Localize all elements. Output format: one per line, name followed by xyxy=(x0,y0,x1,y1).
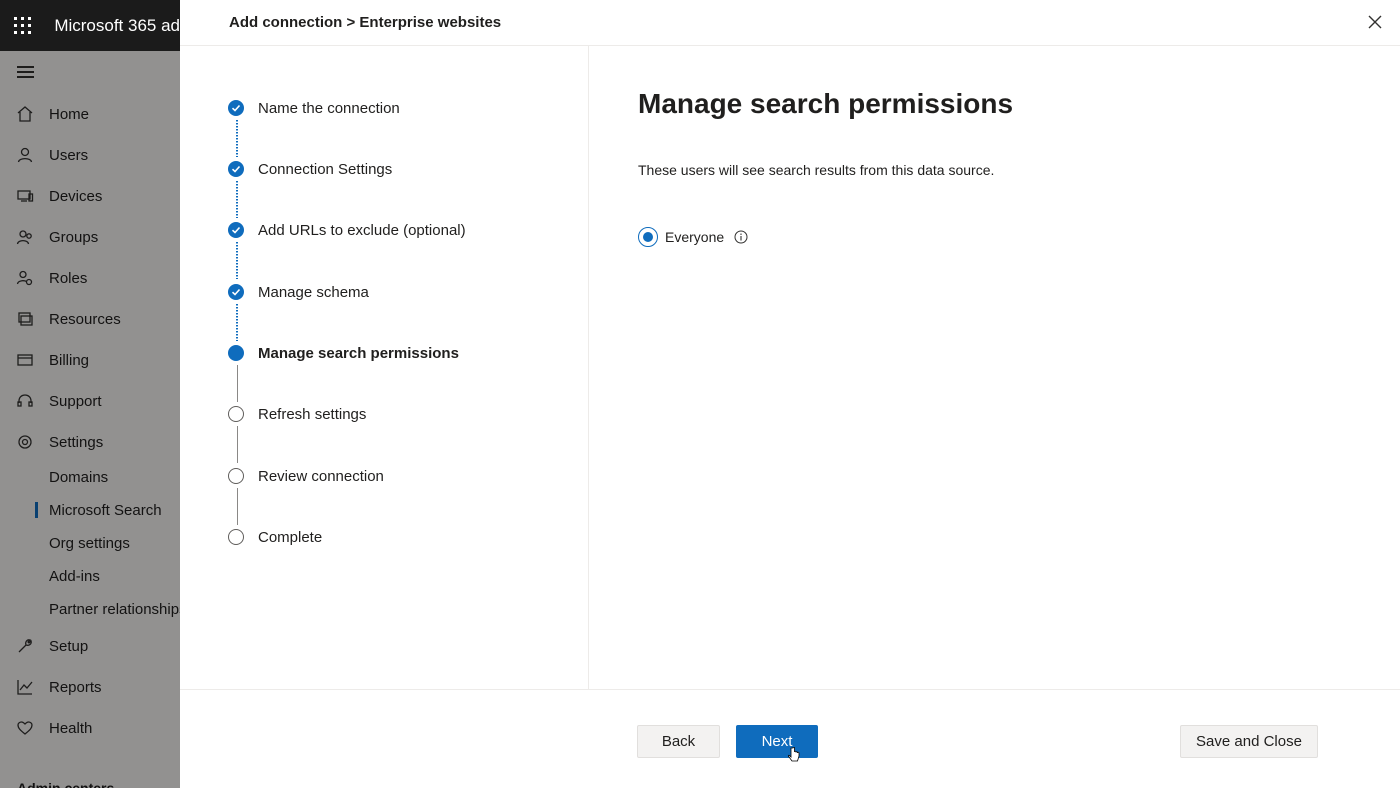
step-connector xyxy=(236,304,238,341)
step-label: Manage search permissions xyxy=(258,344,459,362)
back-button[interactable]: Back xyxy=(637,725,720,758)
app-title: Microsoft 365 ad xyxy=(54,15,180,35)
step-name-the-connection[interactable]: Name the connection xyxy=(228,98,400,118)
step-label: Connection Settings xyxy=(258,160,393,178)
save-and-close-button[interactable]: Save and Close xyxy=(1180,725,1318,758)
admin-left-nav: Microsoft 365 ad Home Users Devices Grou… xyxy=(0,0,180,788)
app-launcher-icon[interactable] xyxy=(0,0,45,51)
step-label: Complete xyxy=(258,528,323,546)
step-connector xyxy=(236,181,238,218)
step-review-connection[interactable]: Review connection xyxy=(228,466,384,486)
wizard-steps: Name the connection Connection Settings … xyxy=(180,46,589,689)
pending-step-dot xyxy=(228,406,244,422)
step-connector xyxy=(236,365,238,402)
step-label: Name the connection xyxy=(258,99,400,117)
step-manage-schema[interactable]: Manage schema xyxy=(228,282,369,302)
everyone-label: Everyone xyxy=(665,229,725,245)
check-icon xyxy=(228,100,244,116)
step-label: Refresh settings xyxy=(258,405,367,423)
check-icon xyxy=(228,222,244,238)
step-connector xyxy=(236,426,238,463)
step-connection-settings[interactable]: Connection Settings xyxy=(228,159,392,179)
step-add-urls-to-exclude[interactable]: Add URLs to exclude (optional) xyxy=(228,220,466,240)
step-connector xyxy=(236,488,238,525)
modal-overlay xyxy=(0,51,180,788)
step-connector xyxy=(236,120,238,157)
step-label: Add URLs to exclude (optional) xyxy=(258,221,466,239)
page-description: These users will see search results from… xyxy=(638,162,995,178)
step-connector xyxy=(236,242,238,279)
step-label: Review connection xyxy=(258,467,384,485)
page-title: Manage search permissions xyxy=(638,88,1014,119)
check-icon xyxy=(228,161,244,177)
step-content: Manage search permissions These users wi… xyxy=(589,46,1400,689)
add-connection-panel: Add connection > Enterprise websites Nam… xyxy=(180,0,1400,788)
panel-header: Add connection > Enterprise websites xyxy=(180,0,1400,46)
app-top-bar: Microsoft 365 ad xyxy=(0,0,180,51)
everyone-option[interactable]: Everyone xyxy=(638,226,748,248)
step-refresh-settings[interactable]: Refresh settings xyxy=(228,404,366,424)
pending-step-dot xyxy=(228,468,244,484)
pointer-cursor-icon xyxy=(788,747,800,762)
breadcrumb: Add connection > Enterprise websites xyxy=(229,14,502,31)
current-step-dot xyxy=(228,345,244,361)
everyone-radio[interactable] xyxy=(638,227,658,247)
pending-step-dot xyxy=(228,529,244,545)
step-label: Manage schema xyxy=(258,283,369,301)
next-button[interactable]: Next xyxy=(736,725,818,758)
step-complete[interactable]: Complete xyxy=(228,527,322,547)
close-icon[interactable] xyxy=(1367,14,1385,32)
info-icon[interactable] xyxy=(734,230,748,244)
step-manage-search-permissions[interactable]: Manage search permissions xyxy=(228,343,459,363)
panel-footer: Back Next Save and Close xyxy=(180,689,1400,788)
check-icon xyxy=(228,284,244,300)
